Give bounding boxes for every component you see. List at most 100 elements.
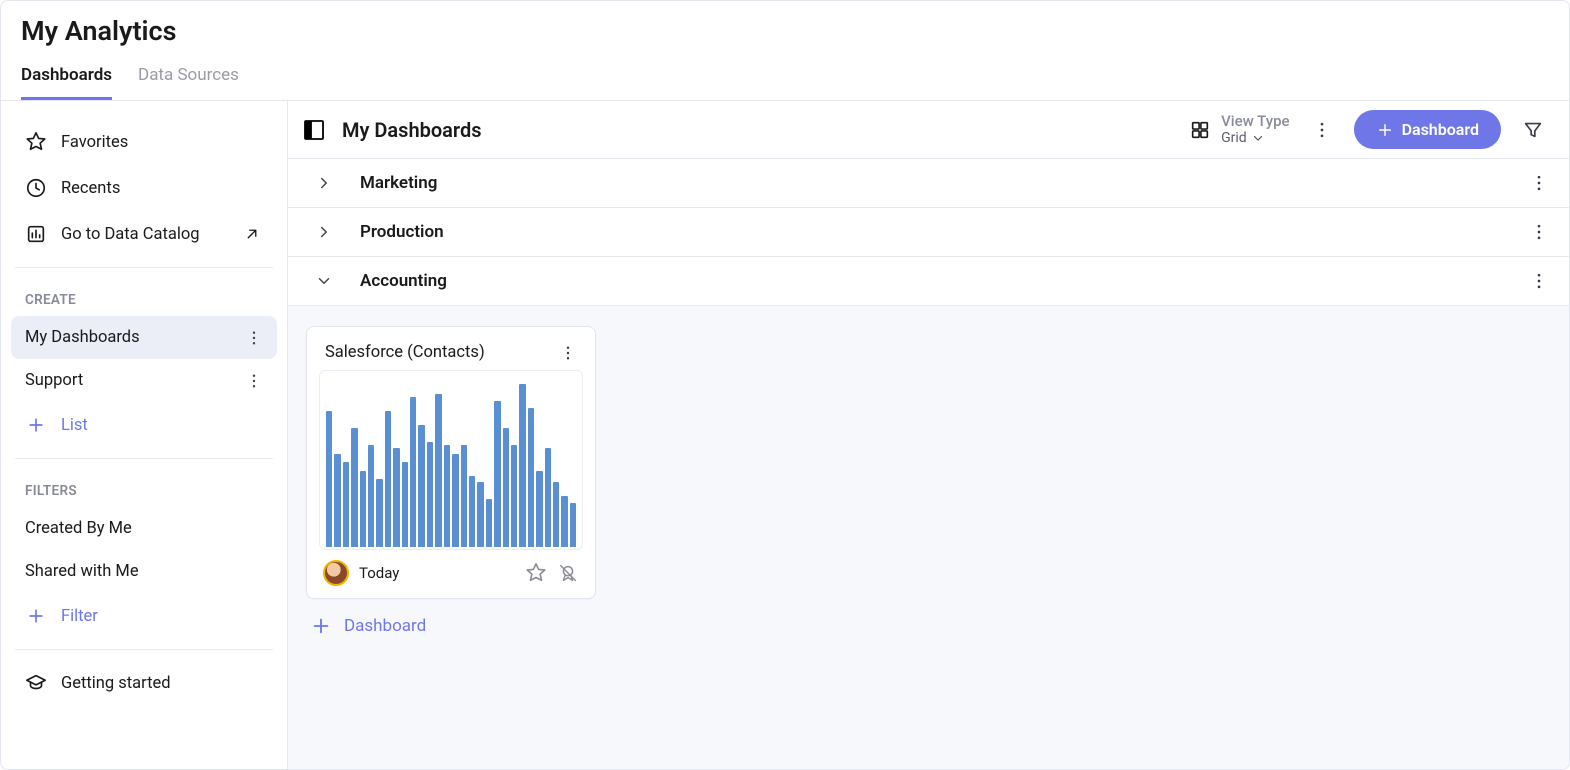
kebab-icon[interactable]: [1529, 173, 1549, 193]
sidebar-item-my-dashboards[interactable]: My Dashboards: [11, 316, 277, 359]
external-link-icon: [241, 223, 263, 245]
sidebar-add-filter[interactable]: Filter: [11, 593, 277, 639]
divider: [15, 649, 273, 650]
chart-bar: [376, 479, 382, 547]
chart-bar: [561, 496, 567, 547]
plus-icon: [1376, 121, 1394, 139]
view-type-selector[interactable]: View Type Grid: [1189, 113, 1289, 146]
sidebar-item-label: Shared with Me: [25, 562, 139, 581]
certification-off-icon[interactable]: [557, 562, 579, 584]
chart-bar: [326, 411, 332, 547]
chevron-right-icon: [314, 222, 334, 242]
chart-bar: [461, 445, 467, 547]
chart-bar: [368, 445, 374, 547]
sidebar-section-create: CREATE: [11, 278, 277, 316]
group-name: Production: [360, 222, 444, 242]
tabs: Dashboards Data Sources: [21, 65, 1549, 100]
toolbar: My Dashboards View Type Grid Dashb: [288, 101, 1569, 159]
new-dashboard-label: Dashboard: [1402, 120, 1479, 139]
card-title: Salesforce (Contacts): [325, 343, 485, 362]
sidebar-item-favorites[interactable]: Favorites: [11, 119, 277, 165]
add-dashboard-button[interactable]: Dashboard: [306, 599, 430, 653]
sidebar-item-label: Created By Me: [25, 519, 132, 538]
sidebar-section-filters: FILTERS: [11, 469, 277, 507]
card-date: Today: [359, 564, 399, 582]
sidebar-item-support[interactable]: Support: [11, 359, 277, 402]
view-type-value: Grid: [1221, 130, 1247, 146]
chevron-down-icon: [1251, 131, 1265, 145]
add-dashboard-label: Dashboard: [344, 616, 426, 636]
plus-icon: [25, 414, 47, 436]
chart-bar: [545, 448, 551, 547]
gradcap-icon: [25, 672, 47, 694]
star-icon: [25, 131, 47, 153]
tab-data-sources[interactable]: Data Sources: [138, 65, 239, 100]
divider: [15, 267, 273, 268]
chart-bar: [435, 394, 441, 547]
chart-bar: [444, 445, 450, 547]
chart-bar: [351, 428, 357, 547]
sidebar-item-data-catalog[interactable]: Go to Data Catalog: [11, 211, 277, 257]
main-panel: My Dashboards View Type Grid Dashb: [288, 101, 1569, 769]
new-dashboard-button[interactable]: Dashboard: [1354, 110, 1501, 149]
chart-bar: [553, 482, 559, 547]
card-chart: [319, 370, 583, 550]
kebab-icon[interactable]: [1529, 222, 1549, 242]
chart-bar: [469, 476, 475, 547]
kebab-icon[interactable]: [559, 344, 577, 362]
chart-bar: [486, 499, 492, 547]
tab-dashboards[interactable]: Dashboards: [21, 65, 112, 100]
group-name: Accounting: [360, 271, 447, 291]
chart-bar: [343, 462, 349, 547]
grid-icon: [1189, 119, 1211, 141]
plus-icon: [25, 605, 47, 627]
chart-bar: [402, 462, 408, 547]
toolbar-menu-button[interactable]: [1306, 114, 1338, 146]
chart-bar: [410, 397, 416, 547]
sidebar-add-list[interactable]: List: [11, 402, 277, 448]
chart-bar: [536, 471, 542, 548]
collapse-sidebar-icon[interactable]: [302, 118, 326, 142]
catalog-icon: [25, 223, 47, 245]
chart-bar: [477, 482, 483, 547]
star-icon[interactable]: [525, 562, 547, 584]
sidebar-item-shared-with-me[interactable]: Shared with Me: [11, 550, 277, 593]
plus-icon: [310, 615, 332, 637]
sidebar-item-getting-started[interactable]: Getting started: [11, 660, 277, 706]
sidebar-item-label: Support: [25, 371, 83, 390]
chart-bar: [427, 442, 433, 547]
dashboard-card[interactable]: Salesforce (Contacts) Today: [306, 326, 596, 599]
kebab-icon[interactable]: [1529, 271, 1549, 291]
divider: [15, 458, 273, 459]
group-header-production[interactable]: Production: [288, 208, 1569, 257]
chart-bar: [528, 408, 534, 547]
chart-bar: [570, 503, 576, 547]
sidebar-item-created-by-me[interactable]: Created By Me: [11, 507, 277, 550]
sidebar-item-label: Getting started: [61, 674, 171, 693]
chart-bar: [511, 445, 517, 547]
content-title: My Dashboards: [342, 118, 481, 142]
group-name: Marketing: [360, 173, 437, 193]
chart-bar: [334, 454, 340, 548]
kebab-icon[interactable]: [245, 329, 263, 347]
group-header-accounting[interactable]: Accounting: [288, 257, 1569, 306]
chevron-down-icon: [314, 271, 334, 291]
sidebar-item-label: List: [61, 416, 88, 435]
avatar: [323, 560, 349, 586]
chart-bar: [503, 428, 509, 547]
chart-bar: [418, 425, 424, 547]
sidebar-item-label: My Dashboards: [25, 328, 140, 347]
group-header-marketing[interactable]: Marketing: [288, 159, 1569, 208]
clock-icon: [25, 177, 47, 199]
sidebar-item-label: Favorites: [61, 133, 128, 152]
sidebar-item-recents[interactable]: Recents: [11, 165, 277, 211]
chart-bar: [519, 384, 525, 547]
chart-bar: [360, 471, 366, 548]
kebab-icon[interactable]: [245, 372, 263, 390]
chart-bar: [385, 411, 391, 547]
chart-bar: [494, 401, 500, 547]
page-title: My Analytics: [21, 15, 1549, 47]
filter-button[interactable]: [1517, 114, 1549, 146]
chevron-right-icon: [314, 173, 334, 193]
sidebar-item-label: Filter: [61, 607, 98, 626]
